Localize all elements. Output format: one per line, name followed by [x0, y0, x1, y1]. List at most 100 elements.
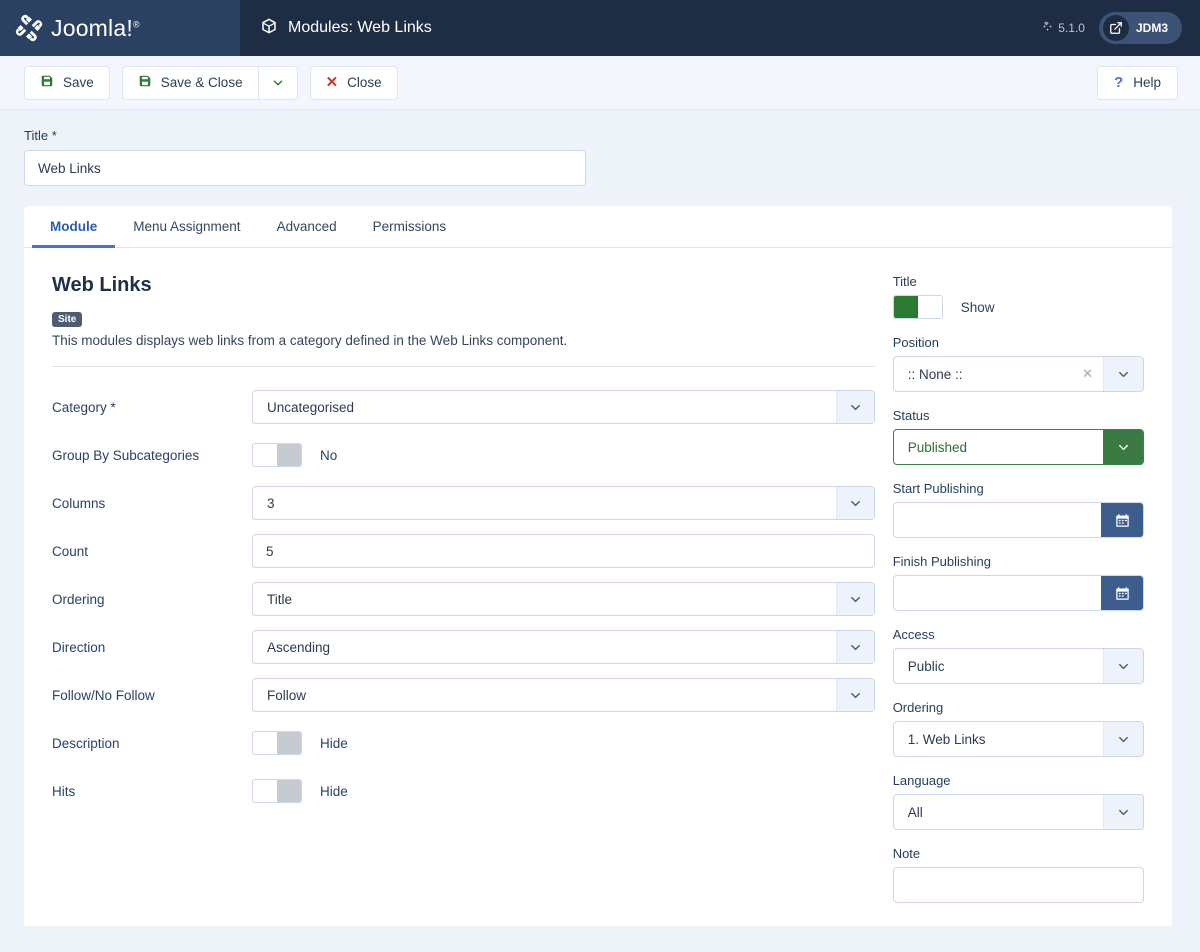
columns-value: 3 [267, 495, 275, 511]
title-area: Title * [0, 110, 1200, 186]
sidebar-field-note: Note [892, 846, 1144, 903]
start-publishing-label: Start Publishing [892, 481, 984, 496]
field-row-columns: Columns 3 [52, 479, 875, 527]
toolbar-left-group: Save Save & Close ✕ Close [24, 65, 398, 100]
save-button[interactable]: Save [24, 65, 110, 100]
count-input[interactable] [252, 534, 875, 568]
user-menu-button[interactable]: JDM3 [1098, 12, 1182, 44]
title-toggle[interactable] [892, 295, 943, 319]
module-sidebar-column: Title Show Position :: None :: ✕ Status … [892, 274, 1144, 919]
start-publishing-input[interactable] [893, 503, 1101, 537]
language-label: Language [892, 773, 951, 788]
direction-select[interactable]: Ascending [252, 630, 875, 664]
title-switcher: Show [892, 295, 1144, 319]
sidebar-field-status: Status Published [892, 408, 1144, 465]
category-select[interactable]: Uncategorised [252, 390, 875, 424]
field-row-follow: Follow/No Follow Follow [52, 671, 875, 719]
field-row-category: Category * Uncategorised [52, 383, 875, 431]
position-select[interactable]: :: None :: ✕ [892, 356, 1144, 392]
chevron-down-icon [835, 631, 874, 663]
help-button[interactable]: ? Help [1097, 65, 1178, 100]
category-label: Category * [52, 399, 116, 415]
field-row-ordering: Ordering Title [52, 575, 875, 623]
field-row-hits: Hits Hide [52, 767, 875, 815]
tab-module[interactable]: Module [32, 206, 116, 248]
sidebar-field-finish-publishing: Finish Publishing [892, 554, 1144, 611]
calendar-icon[interactable] [1101, 576, 1143, 610]
tab-menu-assignment[interactable]: Menu Assignment [115, 206, 258, 248]
ordering-label: Ordering [52, 591, 105, 607]
chevron-down-icon [1103, 649, 1143, 683]
save-dropdown-toggle[interactable] [257, 65, 298, 100]
description-switcher: Hide [252, 731, 348, 755]
sidebar-ordering-select[interactable]: 1. Web Links [892, 721, 1144, 757]
close-button-label: Close [347, 75, 382, 90]
status-select[interactable]: Published [892, 429, 1144, 465]
category-value: Uncategorised [267, 399, 355, 415]
follow-value: Follow [267, 687, 307, 703]
note-input[interactable] [892, 867, 1144, 903]
tab-permissions[interactable]: Permissions [355, 206, 465, 248]
sidebar-ordering-label: Ordering [892, 700, 944, 715]
chevron-down-icon [1103, 430, 1143, 464]
page-title: Modules: Web Links [288, 19, 432, 36]
group-by-subcategories-value: No [320, 447, 338, 463]
chevron-down-icon [835, 679, 874, 711]
sidebar-field-access: Access Public [892, 627, 1144, 684]
access-select[interactable]: Public [892, 648, 1144, 684]
username-label: JDM3 [1135, 21, 1168, 35]
joomla-mark-icon [14, 13, 44, 43]
finish-publishing-label: Finish Publishing [892, 554, 991, 569]
chevron-down-icon [835, 583, 874, 615]
sidebar-title-label: Title [892, 274, 917, 289]
header-right: 5.1.0 JDM3 [1042, 12, 1182, 44]
field-row-direction: Direction Ascending [52, 623, 875, 671]
chevron-down-icon [835, 391, 874, 423]
description-toggle[interactable] [252, 731, 302, 755]
toggle-right-half [277, 780, 301, 802]
close-button[interactable]: ✕ Close [309, 65, 398, 100]
title-input[interactable] [24, 150, 586, 186]
header-bar: Modules: Web Links 5.1.0 JDM3 [240, 0, 1200, 56]
save-close-group: Save & Close [121, 65, 298, 100]
top-header: Joomla!® Modules: Web Links 5.1.0 JDM3 [0, 0, 1200, 56]
direction-label: Direction [52, 639, 106, 655]
clear-position-icon[interactable]: ✕ [1072, 366, 1103, 382]
columns-select[interactable]: 3 [252, 486, 875, 520]
chevron-down-icon [1103, 795, 1143, 829]
toggle-left-half [253, 732, 277, 754]
follow-select[interactable]: Follow [252, 678, 875, 712]
calendar-icon[interactable] [1101, 503, 1143, 537]
finish-publishing-input[interactable] [893, 576, 1101, 610]
close-x-icon: ✕ [325, 74, 339, 91]
save-and-close-button[interactable]: Save & Close [121, 65, 258, 100]
access-value: Public [907, 658, 945, 674]
version-badge: 5.1.0 [1042, 21, 1085, 35]
module-cube-icon [260, 17, 278, 40]
field-row-count: Count [52, 527, 875, 575]
hits-switcher: Hide [252, 779, 348, 803]
tab-bar: Module Menu Assignment Advanced Permissi… [24, 206, 1172, 248]
sidebar-field-position: Position :: None :: ✕ [892, 335, 1144, 392]
toggle-right-half [277, 444, 301, 466]
help-button-label: Help [1133, 75, 1161, 90]
field-row-group-by-subcategories: Group By Subcategories No [52, 431, 875, 479]
position-value: :: None :: [907, 366, 963, 382]
finish-publishing-group [892, 575, 1144, 611]
group-by-subcategories-toggle[interactable] [252, 443, 302, 467]
hits-toggle[interactable] [252, 779, 302, 803]
brand-area[interactable]: Joomla!® [0, 0, 240, 56]
ordering-select[interactable]: Title [252, 582, 875, 616]
module-settings-column: Web Links Site This modules displays web… [52, 274, 875, 919]
joomla-logo[interactable]: Joomla!® [14, 13, 140, 43]
module-description: This modules displays web links from a c… [52, 333, 568, 348]
tab-advanced[interactable]: Advanced [259, 206, 355, 248]
module-edit-card: Module Menu Assignment Advanced Permissi… [24, 206, 1172, 926]
hits-value: Hide [320, 783, 348, 799]
ordering-value: Title [267, 591, 293, 607]
save-floppy-icon [40, 74, 54, 91]
toolbar: Save Save & Close ✕ Close ? Help [0, 56, 1200, 110]
language-select[interactable]: All [892, 794, 1144, 830]
save-and-close-label: Save & Close [160, 75, 243, 90]
toggle-right-half [277, 732, 301, 754]
